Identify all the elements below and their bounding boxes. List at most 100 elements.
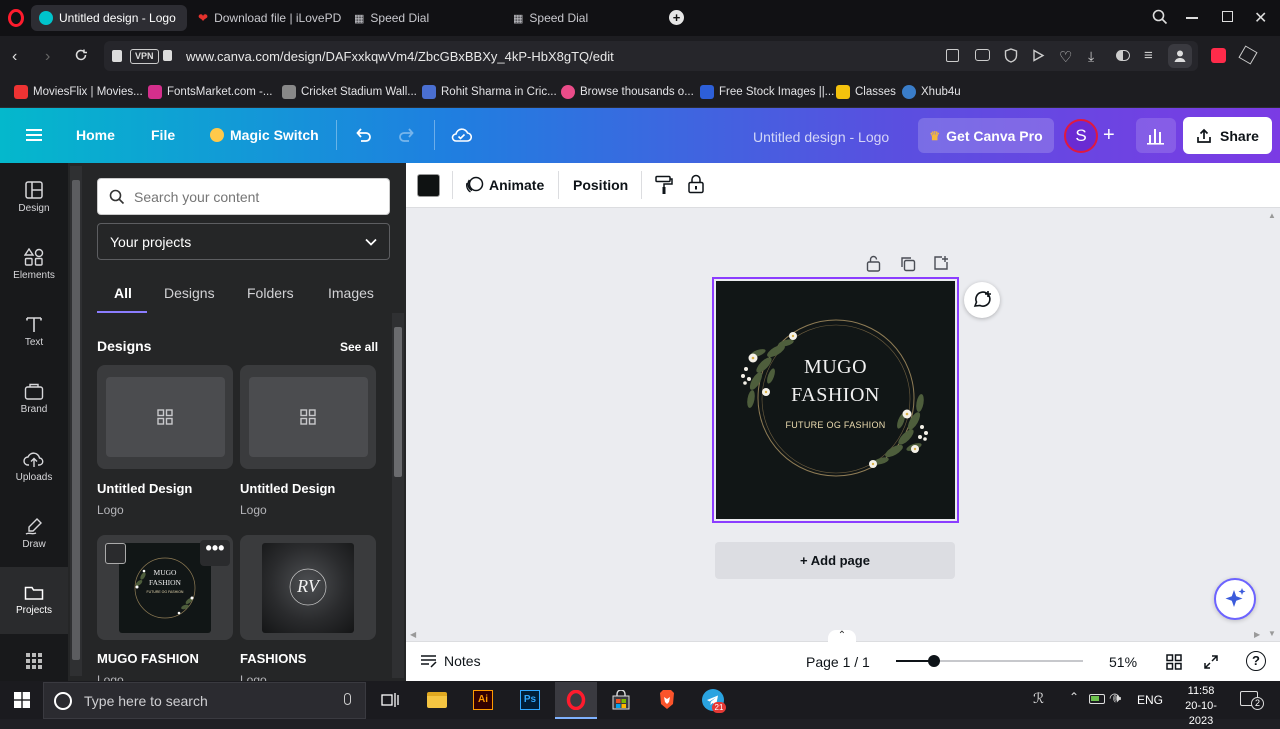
show-pages-chevron-icon[interactable]: ⌃ xyxy=(828,630,856,642)
color-swatch[interactable] xyxy=(417,174,440,197)
duplicate-page-icon[interactable] xyxy=(900,256,916,272)
shield-icon[interactable] xyxy=(1004,48,1018,63)
tab-folders[interactable]: Folders xyxy=(247,285,294,301)
reload-icon[interactable] xyxy=(74,48,88,62)
show-hidden-icons-chevron[interactable]: ⌃ xyxy=(1069,690,1079,704)
tab-images[interactable]: Images xyxy=(328,285,374,301)
tab-canva[interactable]: Untitled design - Logo xyxy=(31,5,187,31)
people-icon[interactable]: ℛ xyxy=(1033,690,1044,707)
edit-page-icon[interactable] xyxy=(946,49,959,62)
bookmark-fontsmarket[interactable]: FontsMarket.com -... xyxy=(148,84,272,100)
rail-brand[interactable]: Brand xyxy=(0,368,68,428)
notes-button[interactable]: Notes xyxy=(420,653,481,669)
zoom-slider[interactable] xyxy=(896,655,1083,667)
rail-design[interactable]: Design xyxy=(0,167,68,227)
profile-icon[interactable] xyxy=(1168,44,1192,68)
bookmark-xhub4u[interactable]: Xhub4u xyxy=(902,84,961,100)
close-window-icon[interactable]: ✕ xyxy=(1254,8,1267,28)
file-explorer-icon[interactable] xyxy=(423,686,451,714)
design-selection-frame[interactable]: MUGO FASHION FUTURE OG FASHION xyxy=(712,277,959,523)
lock-icon[interactable] xyxy=(163,50,172,61)
opera-taskbar-button[interactable] xyxy=(555,682,597,719)
projects-select[interactable]: Your projects xyxy=(97,223,390,260)
panel-scrollbar[interactable] xyxy=(392,313,404,678)
volume-icon[interactable]: 🕪 xyxy=(1113,690,1121,706)
copy-style-icon[interactable] xyxy=(655,175,673,195)
bookmark-cricket-stadium[interactable]: Cricket Stadium Wall... xyxy=(282,84,417,100)
brave-icon[interactable] xyxy=(653,686,681,714)
card-title[interactable]: Untitled Design xyxy=(240,481,335,496)
add-page-icon[interactable] xyxy=(933,255,949,271)
bookmark-rohit-sharma[interactable]: Rohit Sharma in Cric... xyxy=(422,84,557,100)
logo-line2[interactable]: FASHION xyxy=(716,381,955,409)
fullscreen-icon[interactable] xyxy=(1203,654,1219,670)
opera-logo-icon[interactable] xyxy=(8,9,24,27)
tab-speed-dial-1[interactable]: ▦ Speed Dial xyxy=(346,5,502,31)
home-button[interactable]: Home xyxy=(76,127,115,143)
avatar[interactable]: S xyxy=(1064,119,1098,153)
windows-start-icon[interactable] xyxy=(14,692,30,708)
tab-all[interactable]: All xyxy=(114,285,132,301)
logo-tagline[interactable]: FUTURE OG FASHION xyxy=(716,420,955,430)
zoom-value[interactable]: 51% xyxy=(1109,654,1137,670)
rail-uploads[interactable]: Uploads xyxy=(0,436,68,496)
rail-draw[interactable]: Draw xyxy=(0,503,68,563)
design-card-3[interactable]: MUGO FASHION FUTURE OG FASHION ••• xyxy=(97,535,233,640)
search-box[interactable] xyxy=(97,178,390,215)
position-button[interactable]: Position xyxy=(573,177,628,193)
camera-icon[interactable] xyxy=(975,49,990,61)
search-input[interactable] xyxy=(134,185,379,209)
cloud-saved-icon[interactable] xyxy=(450,126,472,144)
design-card-2[interactable] xyxy=(240,365,376,469)
microsoft-store-icon[interactable] xyxy=(607,686,635,714)
opera-flow-icon[interactable] xyxy=(1211,48,1226,63)
download-icon[interactable]: ⤓ xyxy=(1088,48,1094,65)
rail-projects[interactable]: Projects xyxy=(0,567,68,634)
tab-speed-dial-2[interactable]: ▦ Speed Dial xyxy=(505,5,661,31)
page-indicator[interactable]: Page 1 / 1 xyxy=(806,654,870,670)
bookmark-moviesflix[interactable]: MoviesFlix | Movies... xyxy=(14,84,143,100)
scroll-left-icon[interactable]: ◀ xyxy=(410,630,416,639)
logo-line1[interactable]: MUGO xyxy=(716,353,955,381)
new-tab-icon[interactable]: + xyxy=(669,10,684,25)
heart-icon[interactable]: ♡ xyxy=(1059,48,1072,66)
back-icon[interactable]: ‹ xyxy=(12,48,17,66)
design-canvas[interactable]: MUGO FASHION FUTURE OG FASHION xyxy=(716,281,955,519)
vpn-badge[interactable]: VPN xyxy=(130,49,159,64)
illustrator-icon[interactable]: Ai xyxy=(469,686,497,714)
taskbar-search-box[interactable]: Type here to search xyxy=(43,682,366,719)
design-card-4[interactable]: RV xyxy=(240,535,376,640)
redo-icon[interactable] xyxy=(398,126,416,144)
bookmark-free-stock[interactable]: Free Stock Images ||... xyxy=(700,84,834,100)
select-checkbox[interactable] xyxy=(105,543,126,564)
telegram-icon[interactable]: 21 xyxy=(699,686,727,714)
card-title[interactable]: FASHIONS xyxy=(240,651,306,666)
see-all-link[interactable]: See all xyxy=(340,340,378,354)
clock[interactable]: 11:58 20-10-2023 xyxy=(1173,684,1229,729)
bookmark-classes[interactable]: Classes xyxy=(836,84,896,100)
add-page-button[interactable]: + Add page xyxy=(715,542,955,579)
zoom-slider-handle[interactable] xyxy=(928,655,940,667)
card-title[interactable]: Untitled Design xyxy=(97,481,192,496)
rail-elements[interactable]: Elements xyxy=(0,234,68,294)
battery-icon[interactable] xyxy=(1089,694,1105,704)
help-icon[interactable]: ? xyxy=(1246,651,1266,671)
menu-icon[interactable] xyxy=(26,127,42,143)
panel-scrollbar-left[interactable] xyxy=(70,166,82,676)
undo-icon[interactable] xyxy=(354,126,372,144)
workspace-scrollbar[interactable]: ▲ ▼ xyxy=(1266,209,1279,640)
battery-saver-icon[interactable] xyxy=(1116,50,1130,61)
clipboard-icon[interactable] xyxy=(112,50,122,62)
apps-grid-icon[interactable] xyxy=(26,653,42,669)
lock-page-icon[interactable] xyxy=(866,255,881,272)
design-card-1[interactable] xyxy=(97,365,233,469)
magic-assistant-button[interactable] xyxy=(1214,578,1256,620)
lock-icon[interactable] xyxy=(687,174,705,194)
magic-switch-button[interactable]: Magic Switch xyxy=(210,127,319,143)
notifications-icon[interactable]: 2 xyxy=(1240,691,1264,710)
card-title[interactable]: MUGO FASHION xyxy=(97,651,199,666)
insights-button[interactable] xyxy=(1136,118,1176,153)
task-view-icon[interactable] xyxy=(376,686,404,714)
minimize-icon[interactable] xyxy=(1186,17,1198,19)
share-button[interactable]: Share xyxy=(1183,117,1272,154)
